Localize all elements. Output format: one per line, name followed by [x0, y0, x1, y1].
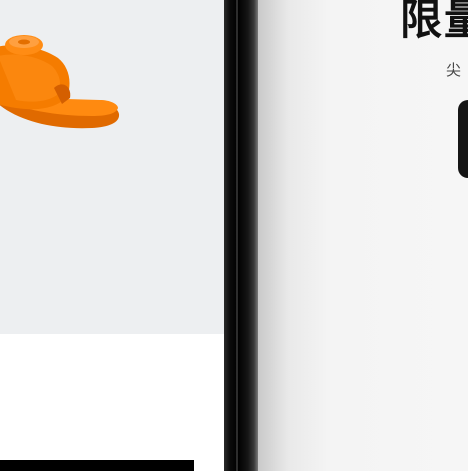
phone-edge-highlight	[236, 0, 238, 471]
buy-button[interactable]	[0, 460, 194, 471]
orange-slide-sandal-icon	[0, 35, 120, 129]
dark-action-button[interactable]	[458, 100, 468, 178]
right-phone-screen: 限量 尖	[258, 0, 468, 471]
left-phone-screen	[0, 0, 224, 471]
limited-headline: 限量	[400, 0, 468, 44]
subheadline: 尖	[446, 61, 462, 79]
product-image-area[interactable]	[0, 0, 224, 334]
phone-bezel	[224, 0, 258, 471]
